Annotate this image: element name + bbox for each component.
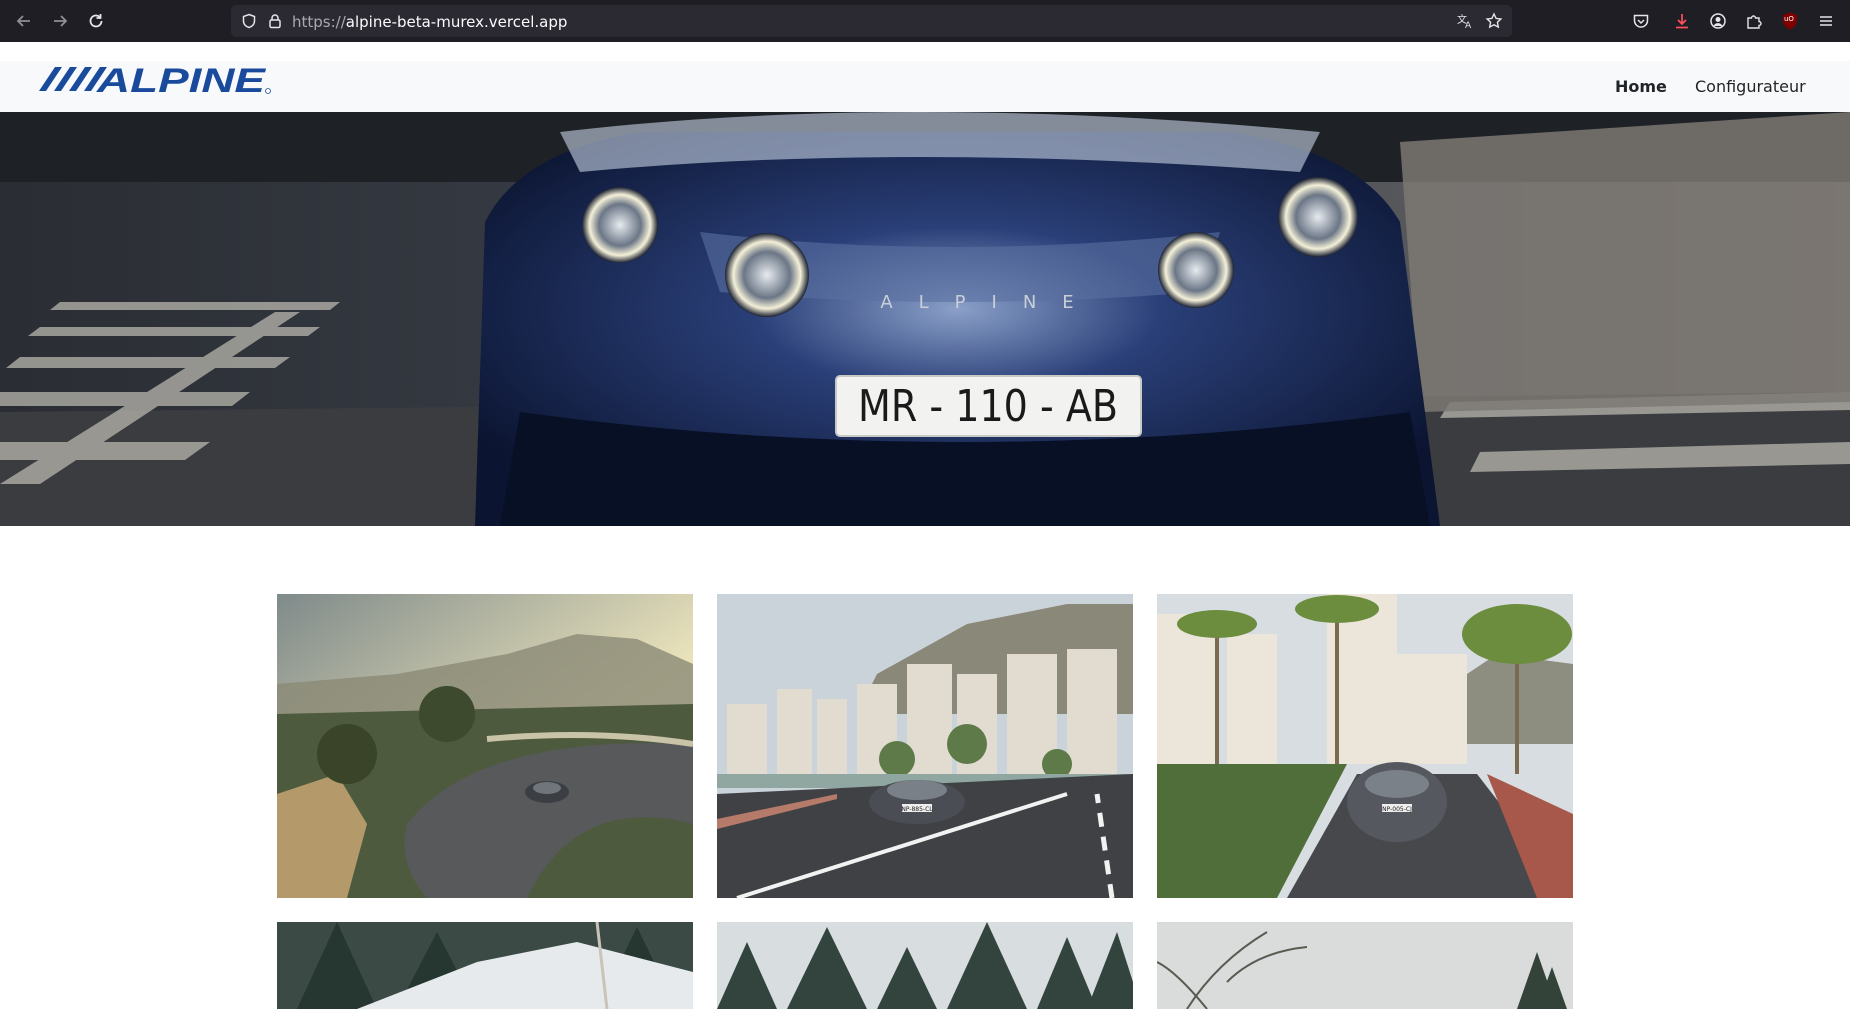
- coastal-road-image: [277, 594, 693, 898]
- account-icon[interactable]: [1706, 9, 1730, 33]
- nav-configurateur-link[interactable]: Configurateur: [1695, 77, 1806, 96]
- winter-branches-image: [1157, 922, 1573, 1009]
- download-icon[interactable]: [1670, 9, 1694, 33]
- url-scheme: https://: [292, 13, 346, 31]
- lock-icon[interactable]: [265, 11, 285, 31]
- address-bar[interactable]: https://alpine-beta-murex.vercel.app 文A: [231, 5, 1512, 37]
- city-road-plate: NP-885-CL: [901, 806, 933, 813]
- palm-street-plate: NP-005-CJ: [1382, 806, 1412, 813]
- menu-icon[interactable]: [1814, 9, 1838, 33]
- browser-toolbar: https://alpine-beta-murex.vercel.app 文A …: [0, 0, 1850, 42]
- gallery-tile-winter-branches[interactable]: [1157, 922, 1573, 1009]
- site-navbar: ALPINE Home Configurateur: [0, 61, 1850, 112]
- nav-home-link[interactable]: Home: [1615, 77, 1667, 96]
- pocket-icon[interactable]: [1629, 9, 1653, 33]
- gallery-tile-coastal-road[interactable]: [277, 594, 693, 898]
- forward-arrow-icon[interactable]: [42, 3, 78, 39]
- city-road-image: NP-885-CL: [717, 594, 1133, 898]
- star-icon[interactable]: [1484, 11, 1504, 31]
- alpine-logo[interactable]: ALPINE: [37, 63, 272, 99]
- hero-badge-text: ALPINE: [880, 292, 1099, 313]
- translate-icon[interactable]: 文A: [1455, 11, 1475, 31]
- ublock-icon[interactable]: uO: [1778, 9, 1802, 33]
- svg-text:A: A: [1465, 21, 1472, 30]
- gallery-tile-palm-street[interactable]: NP-005-CJ: [1157, 594, 1573, 898]
- back-arrow-icon[interactable]: [6, 3, 42, 39]
- logo-wordmark: ALPINE: [96, 63, 267, 99]
- pine-forest-image: [717, 922, 1133, 1009]
- palm-street-image: NP-005-CJ: [1157, 594, 1573, 898]
- url-text[interactable]: https://alpine-beta-murex.vercel.app: [292, 13, 567, 31]
- hero-car-image: ALPINE MR - 110 - AB: [0, 112, 1850, 526]
- hero-banner: ALPINE MR - 110 - AB: [0, 112, 1850, 526]
- ublock-label: uO: [1784, 15, 1794, 23]
- shield-icon[interactable]: [239, 11, 259, 31]
- url-host: alpine-beta-murex.vercel.app: [345, 13, 568, 31]
- snow-forest-image: [277, 922, 693, 1009]
- extensions-icon[interactable]: [1742, 9, 1766, 33]
- gallery-tile-pine-forest[interactable]: [717, 922, 1133, 1009]
- gallery-tile-snow-forest[interactable]: [277, 922, 693, 1009]
- hero-license-plate: MR - 110 - AB: [858, 381, 1118, 432]
- reload-icon[interactable]: [78, 3, 114, 39]
- gallery-tile-city-road[interactable]: NP-885-CL: [717, 594, 1133, 898]
